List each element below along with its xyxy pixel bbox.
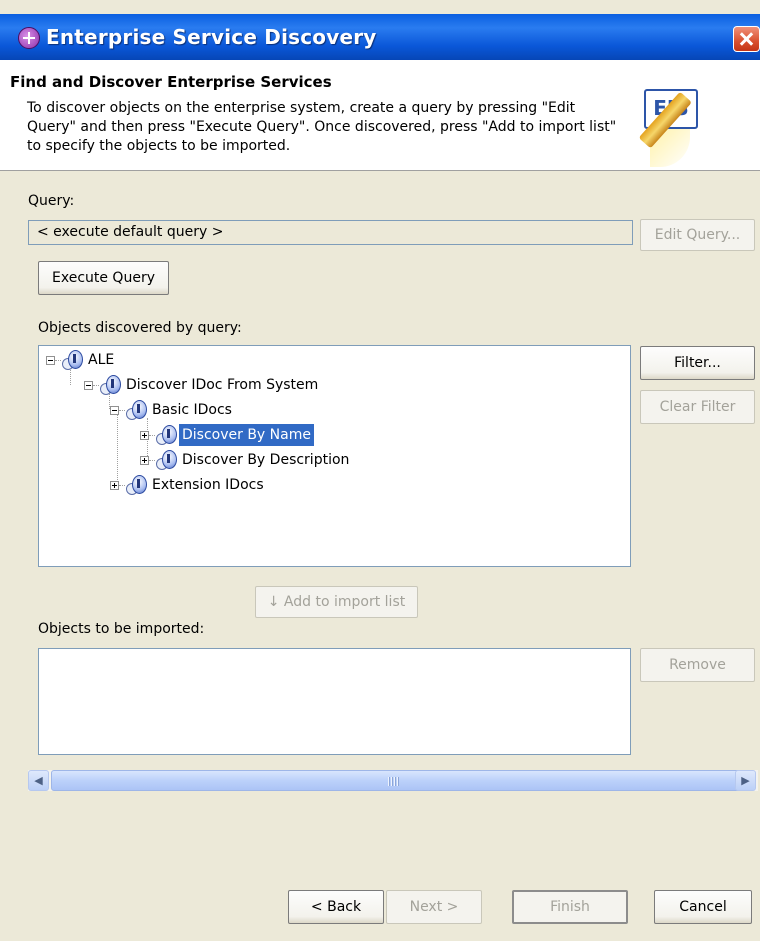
edit-query-button[interactable]: Edit Query... <box>640 219 755 251</box>
page-title: Find and Discover Enterprise Services <box>10 73 332 91</box>
collapse-icon[interactable] <box>46 356 55 365</box>
query-field: < execute default query > <box>28 220 633 245</box>
service-node-icon <box>156 450 177 470</box>
expand-icon[interactable] <box>140 456 149 465</box>
expand-icon[interactable] <box>140 431 149 440</box>
filter-button[interactable]: Filter... <box>640 346 755 380</box>
discovered-objects-tree[interactable]: ALE Discover IDoc From System Basic IDoc… <box>38 345 631 567</box>
close-icon[interactable] <box>733 26 760 52</box>
tree-node-label: Discover By Description <box>182 452 350 468</box>
discovered-objects-label: Objects discovered by query: <box>38 320 242 336</box>
expand-icon[interactable] <box>110 481 119 490</box>
tree-node-basic-idocs[interactable]: Basic IDocs <box>107 399 307 421</box>
tree-node-extension-idocs[interactable]: Extension IDocs <box>107 474 357 496</box>
page-description: To discover objects on the enterprise sy… <box>27 100 617 154</box>
service-node-icon <box>62 350 83 370</box>
clear-filter-button[interactable]: Clear Filter <box>640 390 755 424</box>
objects-to-import-label: Objects to be imported: <box>38 621 205 637</box>
back-button[interactable]: < Back <box>288 890 384 924</box>
scrollbar-thumb[interactable] <box>51 770 747 791</box>
scroll-left-icon[interactable]: ◀ <box>28 770 49 791</box>
eis-logo-icon: EIS <box>638 89 744 199</box>
tree-node-label-selected: Discover By Name <box>178 423 315 447</box>
objects-to-import-list[interactable] <box>38 648 631 755</box>
finish-button[interactable]: Finish <box>512 890 628 924</box>
window-title: Enterprise Service Discovery <box>46 25 377 49</box>
add-to-import-list-button[interactable]: ↓ Add to import list <box>255 586 418 618</box>
horizontal-scrollbar[interactable]: ◀ ▶ <box>28 770 758 791</box>
app-icon <box>18 27 40 49</box>
tree-node-label: Extension IDocs <box>152 477 264 493</box>
service-node-icon <box>126 400 147 420</box>
tree-node-ale[interactable]: ALE <box>43 349 243 371</box>
query-label: Query: <box>28 193 75 209</box>
service-node-icon <box>156 425 177 445</box>
scroll-right-icon[interactable]: ▶ <box>735 770 756 791</box>
remove-button[interactable]: Remove <box>640 648 755 682</box>
next-button[interactable]: Next > <box>386 890 482 924</box>
cancel-button[interactable]: Cancel <box>654 890 752 924</box>
service-node-icon <box>126 475 147 495</box>
collapse-icon[interactable] <box>84 381 93 390</box>
tree-node-label: Discover IDoc From System <box>126 377 319 393</box>
service-node-icon <box>100 375 121 395</box>
enterprise-service-discovery-dialog: Enterprise Service Discovery Find and Di… <box>0 0 760 941</box>
tree-node-discover-idoc[interactable]: Discover IDoc From System <box>81 374 401 396</box>
tree-node-discover-by-description[interactable]: Discover By Description <box>137 449 417 471</box>
wizard-header: Find and Discover Enterprise Services To… <box>0 60 760 171</box>
tree-node-label: Basic IDocs <box>152 402 232 418</box>
execute-query-button[interactable]: Execute Query <box>38 261 169 295</box>
collapse-icon[interactable] <box>110 406 119 415</box>
title-bar[interactable]: Enterprise Service Discovery <box>0 14 760 60</box>
tree-node-label: ALE <box>88 352 115 368</box>
tree-node-discover-by-name[interactable]: Discover By Name <box>137 423 387 447</box>
